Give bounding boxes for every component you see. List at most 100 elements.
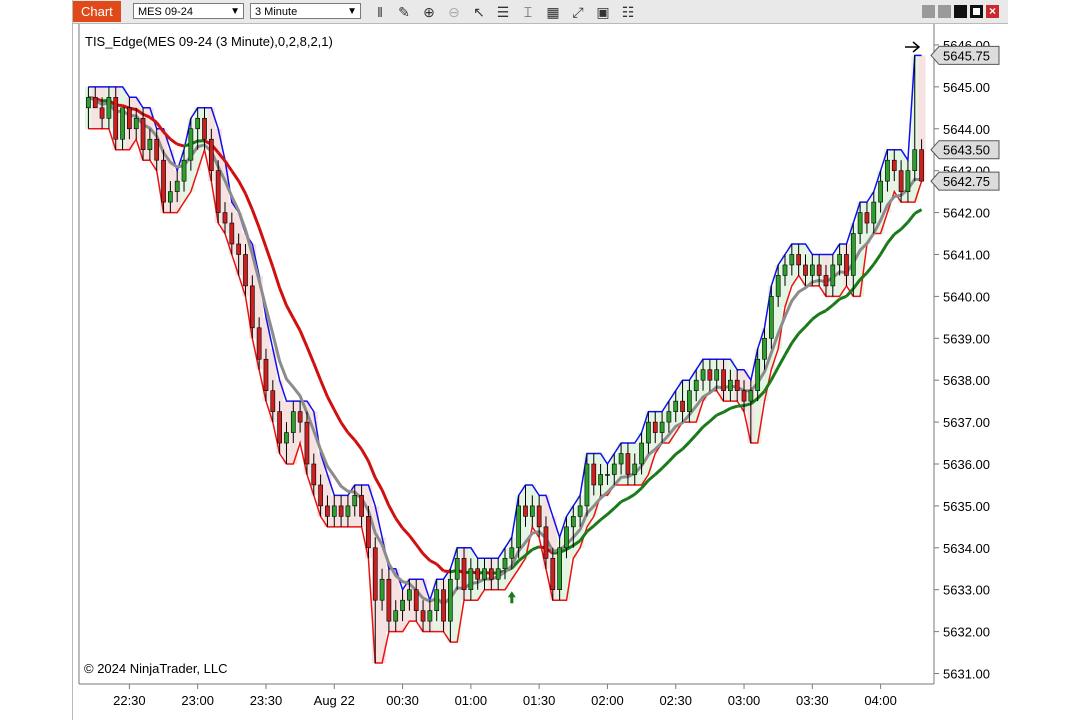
candle [782,264,788,276]
candle [652,421,658,433]
candle [120,107,125,140]
x-tick-label: 02:00 [591,693,624,708]
templates-icon[interactable]: ▦ [544,3,562,21]
candle [605,474,610,476]
zoom-in-icon[interactable]: ⊕ [420,3,438,21]
candle [113,97,119,140]
candle [284,432,289,444]
chart-tab[interactable]: Chart [73,1,121,22]
pointer-icon[interactable]: ↖ [470,3,488,21]
candle [393,610,399,622]
y-tick-label: 5631.00 [943,667,990,682]
candle [523,505,528,517]
candle [270,390,276,412]
interval-selector[interactable]: 3 Minute ▼ [250,3,361,19]
candle [557,547,562,591]
candle [584,463,590,507]
draw-pencil-icon[interactable]: ✎ [395,3,413,21]
candle [755,358,761,391]
candle [154,138,160,161]
candle [646,421,651,444]
y-tick-label: 5644.00 [943,122,990,137]
y-tick-label: 5635.00 [943,499,990,514]
candle [249,285,255,329]
window-tile2-icon[interactable] [938,5,951,18]
candle [687,390,692,412]
candle [898,170,904,192]
price-marker-label: 5642.75 [943,174,990,189]
candle [372,547,378,601]
candle [386,578,392,622]
y-tick-label: 5640.00 [943,289,990,304]
candle [536,505,542,528]
instrument-value: MES 09-24 [138,6,194,18]
candle [448,578,453,622]
copyright-text: © 2024 NinjaTrader, LLC [84,661,228,676]
candle [338,505,344,517]
chart-area[interactable]: 5631.00 5632.00 5633.00 5634.00 5635.00 5636.… [73,24,1008,720]
candle [775,275,781,297]
candle [639,442,644,465]
close-icon[interactable]: × [986,5,999,18]
candle [427,610,433,622]
x-tick-label: 22:30 [113,693,146,708]
candle [789,254,795,266]
candle [86,97,91,109]
candle [632,463,638,475]
candle [127,107,132,130]
x-tick-label: 02:30 [659,693,692,708]
price-marker-label: 5643.50 [943,143,990,158]
candle [680,400,685,412]
candle [502,557,508,570]
candle [407,589,412,601]
candle [734,379,740,391]
y-tick-label: 5639.00 [943,331,990,346]
candle [304,421,310,465]
properties-icon[interactable]: ☷ [619,3,637,21]
candle [482,568,487,580]
candle [236,243,242,255]
candle [864,212,870,224]
candle [359,495,364,517]
candle [803,264,808,276]
indicators-icon[interactable]: ▣ [594,3,612,21]
y-tick-label: 5633.00 [943,583,990,598]
candle [441,589,446,622]
x-tick-label: 01:00 [455,693,488,708]
candle [215,170,221,213]
candle [318,484,323,507]
candle [222,212,228,224]
candle [99,107,105,119]
candle [857,212,863,234]
candle [666,411,672,423]
candle [762,337,767,360]
candle [277,411,282,444]
candle [147,138,153,151]
candle [844,254,849,276]
candle [611,463,617,475]
y-tick-label: 5642.00 [943,206,990,221]
trend-line-segment [176,142,185,148]
data-box-icon[interactable]: ☰ [494,3,512,21]
candle [229,222,235,245]
candle [700,369,706,381]
window-tile-icon[interactable] [922,5,935,18]
minimize-icon[interactable] [954,5,967,18]
x-tick-label: 01:30 [523,693,556,708]
candle [174,180,180,192]
candle [830,264,836,287]
y-tick-label: 5634.00 [943,541,990,556]
zoom-out-icon[interactable]: ⊖ [445,3,463,21]
bar-type-icon[interactable]: ‖ [371,3,389,21]
instrument-selector[interactable]: MES 09-24 ▼ [133,3,244,19]
candle [748,390,754,402]
candle [741,390,747,402]
candle [366,516,371,549]
x-tick-label: 23:00 [181,693,214,708]
strategies-icon[interactable]: ⤢ [569,3,587,21]
candle [721,369,726,391]
maximize-icon[interactable] [970,5,983,18]
candle [891,159,897,171]
crosshair-icon[interactable]: ⌶ [519,3,537,21]
candle [871,201,877,224]
